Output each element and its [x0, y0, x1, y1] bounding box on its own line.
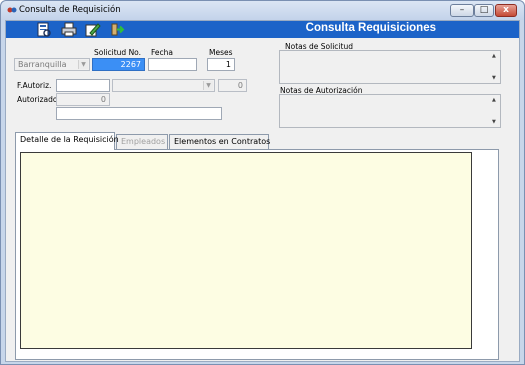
scroll-down-icon[interactable]: ▼: [492, 75, 496, 81]
fecha-input[interactable]: [148, 58, 197, 71]
fautoriz-label: F.Autoriz.: [17, 81, 52, 90]
close-button[interactable]: x: [495, 4, 517, 17]
scrollbar[interactable]: ▲ ▼: [490, 51, 500, 83]
meses-input[interactable]: 1: [207, 58, 235, 71]
solicitud-label: Solicitud No.: [94, 48, 142, 57]
autoriz-combo[interactable]: ▼: [112, 79, 215, 92]
application-window: Consulta de Requisición – □ x Consulta R…: [0, 0, 525, 365]
scrollbar[interactable]: ▲ ▼: [490, 95, 500, 127]
chevron-down-icon[interactable]: ▼: [78, 60, 88, 69]
scroll-up-icon[interactable]: ▲: [492, 53, 496, 59]
exit-icon[interactable]: [110, 22, 126, 37]
autorizado-code: 0: [56, 93, 110, 106]
minimize-button[interactable]: –: [450, 4, 474, 17]
notas-autorizacion-textarea[interactable]: ▲ ▼: [279, 94, 501, 128]
title-bar[interactable]: Consulta de Requisición – □ x: [1, 1, 524, 20]
tab-empleados[interactable]: Empleados: [116, 134, 168, 149]
scroll-up-icon[interactable]: ▲: [492, 97, 496, 103]
chevron-down-icon[interactable]: ▼: [203, 81, 213, 90]
solicitud-input[interactable]: 2267: [92, 58, 145, 71]
detalle-grid[interactable]: [20, 152, 472, 349]
autorizado-label: Autorizado: [17, 95, 58, 104]
toolbar: Consulta Requisiciones: [6, 21, 519, 38]
tab-panel-detalle: [15, 149, 499, 360]
ciudad-combo[interactable]: Barranquilla ▼: [14, 58, 90, 71]
app-icon: [7, 7, 17, 13]
maximize-button[interactable]: □: [474, 4, 494, 17]
notas-solicitud-textarea[interactable]: ▲ ▼: [279, 50, 501, 84]
report-icon[interactable]: [36, 22, 52, 37]
window-title: Consulta de Requisición: [19, 5, 121, 15]
autoriz-number: 0: [218, 79, 247, 92]
meses-label: Meses: [209, 48, 233, 57]
toolbar-title: Consulta Requisiciones: [305, 22, 436, 34]
tab-detalle[interactable]: Detalle de la Requisición: [15, 132, 119, 150]
fautoriz-input[interactable]: [56, 79, 110, 92]
edit-icon[interactable]: [85, 22, 101, 37]
form-client-area: Consulta Requisiciones Solicitud No. Fec…: [5, 20, 520, 362]
tab-elementos-contratos[interactable]: Elementos en Contratos: [169, 134, 270, 149]
autorizado-name-input[interactable]: [56, 107, 222, 120]
printer-icon[interactable]: [61, 22, 77, 37]
scroll-down-icon[interactable]: ▼: [492, 119, 496, 125]
ciudad-value: Barranquilla: [18, 60, 67, 69]
fecha-label: Fecha: [151, 48, 173, 57]
